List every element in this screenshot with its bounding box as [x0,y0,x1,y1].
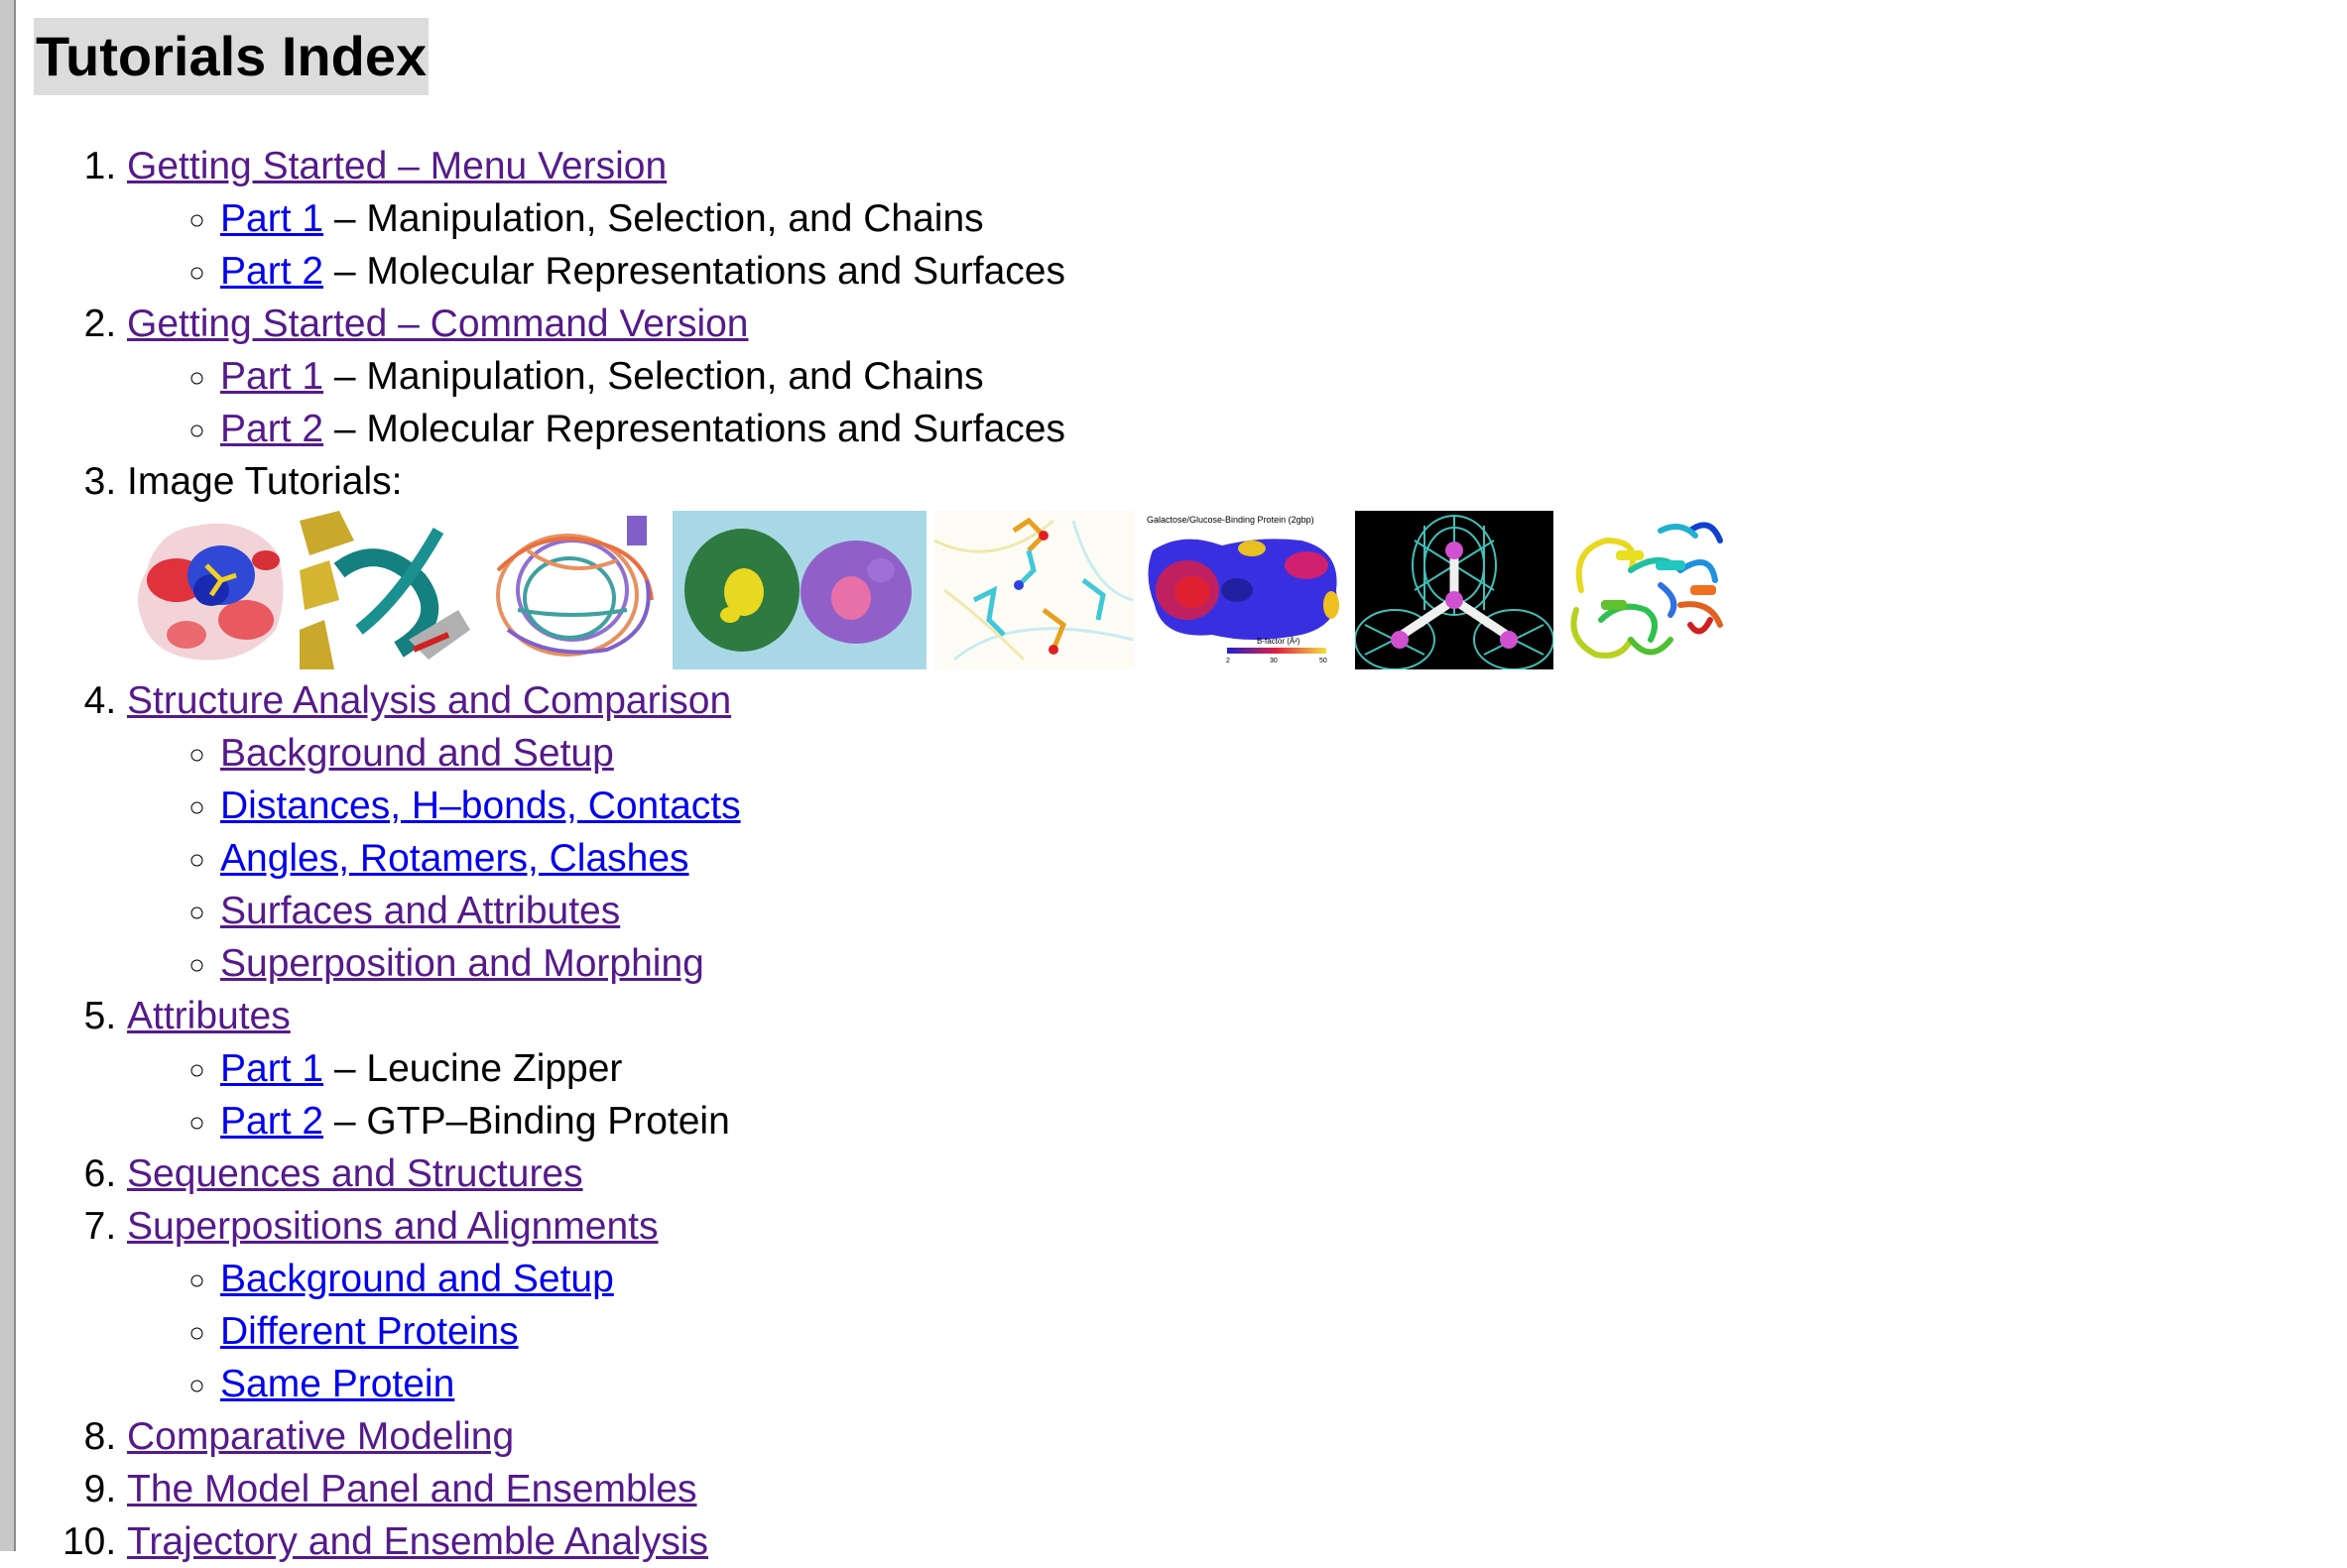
bfactor-key-label: B-factor (Å²) [1257,637,1300,646]
item-description: – Leucine Zipper [323,1047,623,1090]
list-item: Attributes Part 1 – Leucine Zipper Part … [127,990,1738,1147]
link-structure-analysis[interactable]: Structure Analysis and Comparison [127,679,731,722]
list-item: Part 2 – GTP–Binding Protein [220,1095,1738,1147]
bfactor-surface-image[interactable]: Galactose/Glucose-Binding Protein (2gbp)… [1143,511,1347,669]
item-description: – Molecular Representations and Surfaces [323,408,1065,450]
item-description: – GTP–Binding Protein [323,1100,730,1143]
rainbow-cartoon-image[interactable] [1561,511,1730,669]
ribbon-ligand-image[interactable] [300,511,470,669]
link-command-part-2[interactable]: Part 2 [220,408,323,450]
sub-list: Part 1 – Manipulation, Selection, and Ch… [127,192,1738,298]
list-item: The Model Panel and Ensembles [127,1463,1738,1515]
sub-list: Part 1 – Leucine Zipper Part 2 – GTP–Bin… [127,1042,1738,1147]
list-item: Trajectory and Ensemble Analysis [127,1515,1738,1568]
list-item: Part 1 – Leucine Zipper [220,1042,1738,1095]
bfactor-tick: 30 [1270,658,1278,664]
link-attributes[interactable]: Attributes [127,995,291,1037]
density-mesh-image[interactable] [1355,511,1553,669]
item-description: – Molecular Representations and Surfaces [323,250,1065,293]
list-item: Getting Started – Menu Version Part 1 – … [127,140,1738,298]
link-menu-part-2[interactable]: Part 2 [220,250,323,293]
bfactor-tick: 50 [1319,658,1327,664]
list-item: Part 1 – Manipulation, Selection, and Ch… [220,350,1738,403]
link-superposition-morphing[interactable]: Superposition and Morphing [220,942,704,985]
list-item: Sequences and Structures [127,1147,1738,1200]
link-sequences-structures[interactable]: Sequences and Structures [127,1152,583,1195]
list-item: Distances, H–bonds, Contacts [220,780,1738,832]
tutorial-list: Getting Started – Menu Version Part 1 – … [0,140,1738,1568]
link-comparative-modeling[interactable]: Comparative Modeling [127,1415,514,1458]
link-menu-part-1[interactable]: Part 1 [220,197,323,240]
list-item: Getting Started – Command Version Part 1… [127,298,1738,455]
list-item: Superpositions and Alignments Background… [127,1200,1738,1410]
image-tutorials-gallery: Galactose/Glucose-Binding Protein (2gbp)… [127,511,1738,669]
link-getting-started-command[interactable]: Getting Started – Command Version [127,302,749,345]
link-trajectory-ensemble-analysis[interactable]: Trajectory and Ensemble Analysis [127,1520,708,1563]
two-surfaces-image[interactable] [673,511,926,669]
list-item: Part 1 – Manipulation, Selection, and Ch… [220,192,1738,245]
sub-list: Background and Setup Different Proteins … [127,1253,1738,1410]
list-item: Background and Setup [220,727,1738,780]
link-different-proteins[interactable]: Different Proteins [220,1310,519,1353]
list-item: Different Proteins [220,1305,1738,1358]
item-description: – Manipulation, Selection, and Chains [323,197,984,240]
bfactor-caption: Galactose/Glucose-Binding Protein (2gbp) [1147,515,1314,525]
link-surfaces-attributes[interactable]: Surfaces and Attributes [220,890,620,932]
bfactor-tick: 2 [1226,658,1230,664]
list-item: Surfaces and Attributes [220,885,1738,937]
list-item: Structure Analysis and Comparison Backgr… [127,674,1738,990]
sub-list: Part 1 – Manipulation, Selection, and Ch… [127,350,1738,455]
link-same-protein[interactable]: Same Protein [220,1363,454,1405]
link-sa-background-setup[interactable]: Background and Setup [220,1258,614,1300]
link-getting-started-menu[interactable]: Getting Started – Menu Version [127,145,667,187]
superposition-image[interactable] [478,511,665,669]
list-item: Superposition and Morphing [220,937,1738,990]
list-item: Image Tutorials: [127,455,1738,669]
link-attributes-part-1[interactable]: Part 1 [220,1047,323,1090]
link-angles-rotamers-clashes[interactable]: Angles, Rotamers, Clashes [220,837,689,880]
link-model-panel-ensembles[interactable]: The Model Panel and Ensembles [127,1468,697,1510]
link-background-setup[interactable]: Background and Setup [220,732,614,775]
sub-list: Background and Setup Distances, H–bonds,… [127,727,1738,990]
list-item: Part 2 – Molecular Representations and S… [220,403,1738,455]
link-attributes-part-2[interactable]: Part 2 [220,1100,323,1143]
page-title: Tutorials Index [34,18,430,95]
image-tutorials-label: Image Tutorials: [127,460,403,503]
electrostatic-surface-image[interactable] [127,511,292,669]
link-command-part-1[interactable]: Part 1 [220,355,323,398]
list-item: Angles, Rotamers, Clashes [220,832,1738,885]
link-superpositions-alignments[interactable]: Superpositions and Alignments [127,1205,659,1248]
link-distances-hbonds-contacts[interactable]: Distances, H–bonds, Contacts [220,784,741,827]
sticks-hbonds-image[interactable] [934,511,1135,669]
item-description: – Manipulation, Selection, and Chains [323,355,984,398]
list-item: Same Protein [220,1358,1738,1410]
list-item: Comparative Modeling [127,1410,1738,1463]
list-item: Part 2 – Molecular Representations and S… [220,245,1738,298]
list-item: Background and Setup [220,1253,1738,1305]
